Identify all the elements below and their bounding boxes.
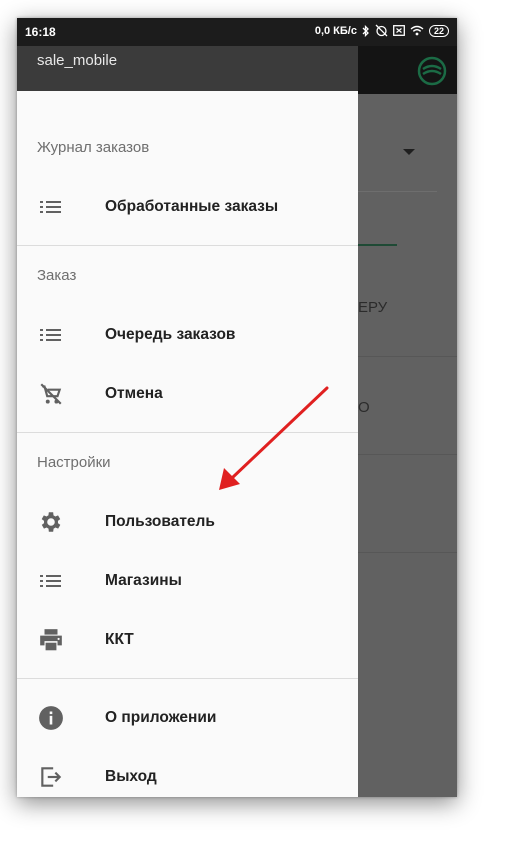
divider: [357, 356, 457, 357]
menu-item-user[interactable]: Пользователь: [17, 496, 358, 548]
menu-item-label: ККТ: [105, 631, 134, 648]
menu-item-label: Магазины: [105, 572, 182, 589]
menu-item-kkt[interactable]: ККТ: [17, 614, 358, 666]
user-name: sale_mobile: [37, 52, 118, 69]
phone-screen: 16:18 0,0 КБ/с 22 ЕРУ О sale_mobile Журн…: [17, 18, 457, 797]
background-text-1: ЕРУ: [358, 299, 388, 316]
cart-off-icon: [37, 380, 65, 408]
tab-indicator: [357, 244, 397, 246]
bluetooth-icon: [362, 24, 369, 37]
menu-item-label: Обработанные заказы: [105, 198, 279, 215]
gear-icon: [37, 508, 65, 536]
status-time: 16:18: [25, 25, 56, 39]
info-icon: [37, 704, 65, 732]
input-underline: [357, 191, 437, 192]
menu-item-processed-orders[interactable]: Обработанные заказы: [17, 181, 358, 233]
battery-icon: 22: [428, 24, 449, 37]
section-title-order: Заказ: [37, 267, 77, 284]
divider: [17, 245, 358, 246]
divider: [357, 552, 457, 553]
alarm-off-icon: [375, 24, 388, 37]
section-title-orders-journal: Журнал заказов: [37, 139, 150, 156]
dropdown-arrow-icon[interactable]: [403, 149, 415, 155]
menu-item-about[interactable]: О приложении: [17, 692, 358, 744]
menu-item-label: Отмена: [105, 385, 163, 402]
drawer-header: sale_mobile: [17, 46, 358, 91]
divider: [17, 432, 358, 433]
menu-item-shops[interactable]: Магазины: [17, 555, 358, 607]
menu-item-label: Пользователь: [105, 513, 215, 530]
divider: [17, 678, 358, 679]
menu-item-label: Выход: [105, 768, 157, 785]
menu-item-order-queue[interactable]: Очередь заказов: [17, 309, 358, 361]
wifi-icon: [410, 25, 424, 36]
list-icon: [37, 193, 65, 221]
navigation-drawer: sale_mobile Журнал заказов Обработанные …: [17, 46, 358, 797]
printer-icon: [37, 626, 65, 654]
menu-item-label: О приложении: [105, 709, 217, 726]
menu-item-label: Очередь заказов: [105, 326, 236, 343]
network-speed: 0,0 КБ/с: [314, 24, 357, 37]
menu-item-exit[interactable]: Выход: [17, 751, 358, 797]
background-text-2: О: [358, 399, 370, 416]
section-title-settings: Настройки: [37, 454, 111, 471]
exit-icon: [37, 763, 65, 791]
sim-icon: [393, 25, 405, 36]
status-bar: 16:18 0,0 КБ/с 22: [17, 18, 457, 46]
menu-item-cancel[interactable]: Отмена: [17, 368, 358, 420]
app-logo-icon[interactable]: [417, 56, 447, 86]
list-icon: [37, 567, 65, 595]
divider: [357, 454, 457, 455]
list-icon: [37, 321, 65, 349]
